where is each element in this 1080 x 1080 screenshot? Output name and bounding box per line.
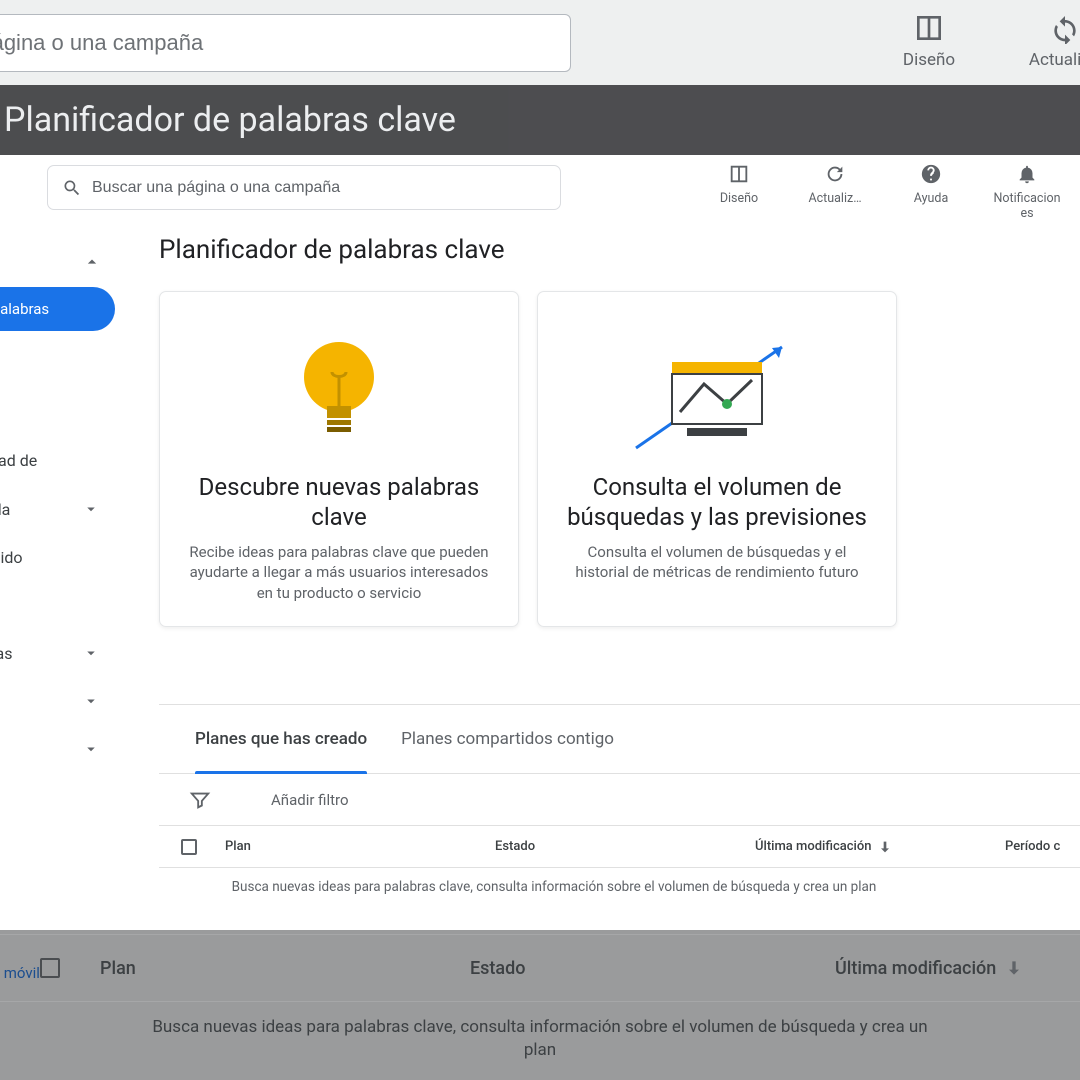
sidebar-item-label: blicidad de — [0, 451, 37, 470]
col-last-modified-label: Última modificación — [755, 839, 871, 854]
layout-icon — [913, 12, 945, 44]
sidebar-item[interactable]: olemas — [0, 629, 118, 677]
search-icon — [62, 178, 82, 198]
refresh-label: Actualiz… — [1020, 50, 1080, 70]
sidebar-item[interactable]: iales — [0, 773, 118, 821]
card-title: Consulta el volumen de búsquedas y las p… — [562, 472, 872, 532]
overlay-band: Plan Estado Última modificación Busca nu… — [0, 930, 1080, 1080]
app-area: ds Diseño Actualiz… Ayuda Notificacion e… — [0, 155, 1080, 930]
plan-tabs: Planes que has creado Planes compartidos… — [159, 704, 1080, 774]
app-notifications-button[interactable]: Notificacion es — [992, 163, 1062, 221]
arrow-down-icon — [877, 839, 893, 855]
refresh-button[interactable]: Actualiz… — [1020, 12, 1080, 70]
app-search-input[interactable] — [92, 179, 560, 197]
chevron-up-icon[interactable] — [82, 252, 102, 272]
sidebar-item[interactable]: blicidad de — [0, 436, 118, 484]
sidebar-item[interactable]: e — [0, 340, 118, 388]
table-header: Plan Estado Última modificación Período … — [159, 826, 1080, 868]
filter-icon[interactable] — [189, 789, 211, 811]
sidebar-active-label: e palabras — [0, 300, 49, 318]
card-desc: Consulta el volumen de búsquedas y el hi… — [562, 542, 872, 583]
overlay-empty-message: Busca nuevas ideas para palabras clave, … — [0, 1016, 1080, 1062]
app-help-button[interactable]: Ayuda — [896, 163, 966, 221]
app-design-label: Diseño — [704, 191, 774, 206]
arrow-down-icon — [1004, 958, 1024, 978]
refresh-icon — [824, 163, 846, 185]
sidebar-list: e e blicidad de partida ontenido gle ole… — [0, 340, 118, 821]
overlay-col-estado[interactable]: Estado — [470, 958, 835, 979]
app-toolbar: Diseño Actualiz… Ayuda Notificacion es — [704, 163, 1062, 221]
chevron-down-icon — [82, 500, 100, 518]
col-estado[interactable]: Estado — [489, 839, 749, 854]
overlay-table-header: Plan Estado Última modificación — [0, 934, 1080, 1002]
add-filter-button[interactable]: Añadir filtro — [271, 791, 349, 809]
app-refresh-button[interactable]: Actualiz… — [800, 163, 870, 221]
top-header: Diseño Actualiz… — [0, 0, 1080, 85]
help-icon — [920, 163, 942, 185]
app-search-box[interactable] — [47, 165, 561, 210]
sidebar-item-label: ontenido — [0, 548, 23, 567]
sidebar-item[interactable]: partida — [0, 485, 118, 533]
overlay-select-all-checkbox[interactable] — [40, 958, 60, 978]
card-search-volume[interactable]: Consulta el volumen de búsquedas y las p… — [537, 291, 897, 627]
chevron-down-icon — [82, 740, 100, 758]
app-notifications-label: Notificacion es — [992, 191, 1062, 221]
top-search-box[interactable] — [0, 14, 571, 72]
app-help-label: Ayuda — [896, 191, 966, 206]
sidebar-active-pill[interactable]: e palabras — [0, 287, 115, 331]
sidebar-item[interactable]: e — [0, 388, 118, 436]
table-empty-message: Busca nuevas ideas para palabras clave, … — [159, 878, 949, 897]
tab-shared-plans[interactable]: Planes compartidos contigo — [401, 705, 614, 773]
dark-title: Planificador de palabras clave — [4, 100, 456, 140]
design-button[interactable]: Diseño — [884, 12, 974, 70]
app-design-button[interactable]: Diseño — [704, 163, 774, 221]
overlay-col-last-modified[interactable]: Última modificación — [835, 958, 1024, 979]
sidebar-item-label: partida — [0, 500, 10, 519]
refresh-icon — [1049, 12, 1080, 44]
page-title: Planificador de palabras clave — [159, 235, 1080, 265]
design-label: Diseño — [884, 50, 974, 70]
overlay-col-mod-label: Última modificación — [835, 958, 996, 979]
sidebar-item[interactable]: gle — [0, 581, 118, 629]
sidebar-item[interactable]: ontenido — [0, 533, 118, 581]
card-discover-keywords[interactable]: Descubre nuevas palabras clave Recibe id… — [159, 291, 519, 627]
bell-icon — [1016, 163, 1038, 185]
filter-bar: Añadir filtro — [159, 774, 1080, 826]
select-all-checkbox[interactable] — [181, 839, 197, 855]
sidebar-item-label: olemas — [0, 644, 13, 663]
top-actions: Diseño Actualiz… — [884, 12, 1080, 70]
option-cards: Descubre nuevas palabras clave Recibe id… — [159, 291, 1080, 627]
col-last-modified[interactable]: Última modificación — [749, 839, 999, 855]
app-refresh-label: Actualiz… — [800, 191, 870, 206]
overlay-col-plan[interactable]: Plan — [100, 958, 470, 979]
lightbulb-icon — [294, 322, 384, 452]
sidebar-item[interactable]: que — [0, 677, 118, 725]
col-period[interactable]: Período c — [999, 839, 1060, 854]
chart-trend-icon — [632, 322, 802, 452]
col-plan[interactable]: Plan — [219, 839, 489, 854]
sidebar: e palabras e e blicidad de partida onten… — [0, 245, 115, 945]
sidebar-item[interactable]: puja — [0, 725, 118, 773]
chevron-down-icon — [82, 644, 100, 662]
layout-icon — [728, 163, 750, 185]
dark-title-bar: Planificador de palabras clave — [0, 85, 1080, 155]
main-content: Planificador de palabras clave Descubre … — [159, 235, 1080, 627]
card-title: Descubre nuevas palabras clave — [184, 472, 494, 532]
tab-my-plans[interactable]: Planes que has creado — [195, 705, 367, 773]
top-search-input[interactable] — [0, 30, 570, 56]
chevron-down-icon — [82, 692, 100, 710]
card-desc: Recibe ideas para palabras clave que pue… — [184, 542, 494, 603]
